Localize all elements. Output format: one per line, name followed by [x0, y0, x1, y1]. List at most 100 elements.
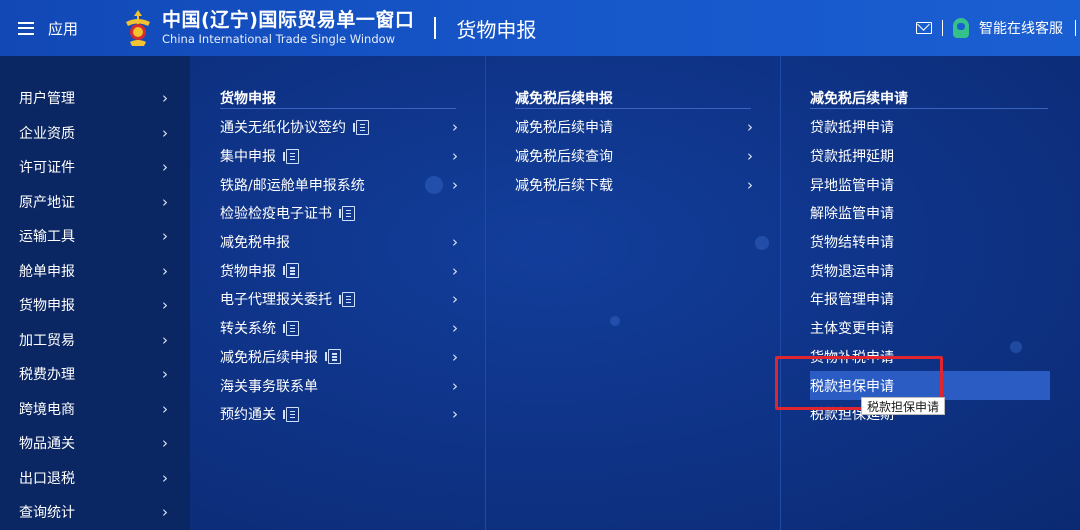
- menu-item-label: 转关系统: [220, 321, 276, 338]
- column-title: 货物申报: [220, 91, 276, 107]
- sidebar-item-label: 运输工具: [19, 229, 75, 246]
- chevron-right-icon: ›: [162, 158, 168, 177]
- sidebar-item-licenses[interactable]: 许可证件 ›: [0, 150, 190, 185]
- menu-item-label: 贷款抵押延期: [810, 149, 894, 166]
- top-header: 应用 中国(辽宁)国际贸易单一窗口 China International Tr…: [0, 0, 1080, 56]
- document-icon: [283, 148, 299, 164]
- menu-item-goods-declaration[interactable]: 货物申报 ›: [220, 256, 466, 285]
- document-icon: [339, 205, 355, 221]
- menu-item-appointment-clearance[interactable]: 预约通关 ›: [220, 400, 466, 429]
- hamburger-icon: [18, 21, 34, 35]
- sidebar-item-transport[interactable]: 运输工具 ›: [0, 219, 190, 254]
- menu-item-followup-application[interactable]: 减免税后续申请 ›: [515, 113, 761, 142]
- sidebar-item-query-statistics[interactable]: 查询统计 ›: [0, 495, 190, 530]
- menu-item-offsite-supervision[interactable]: 异地监管申请: [810, 170, 1050, 199]
- menu-item-label: 减免税后续下载: [515, 177, 613, 194]
- hover-tooltip: 税款担保申请: [861, 397, 946, 415]
- sidebar-item-label: 货物申报: [19, 298, 75, 315]
- sidebar-item-certificate-of-origin[interactable]: 原产地证 ›: [0, 185, 190, 220]
- customer-service-icon[interactable]: [953, 18, 969, 38]
- menu-item-paperless-agreement[interactable]: 通关无纸化协议签约 ›: [220, 113, 466, 142]
- chevron-right-icon: ›: [452, 405, 458, 424]
- chevron-right-icon: ›: [162, 434, 168, 453]
- column-divider: [220, 108, 456, 109]
- menu-item-transit-system[interactable]: 转关系统 ›: [220, 314, 466, 343]
- column-title: 减免税后续申请: [810, 91, 908, 107]
- menu-item-customs-liaison-form[interactable]: 海关事务联系单 ›: [220, 371, 466, 400]
- sidebar-item-label: 许可证件: [19, 160, 75, 177]
- customs-emblem-icon[interactable]: [122, 8, 154, 48]
- menu-item-e-agency-entrustment[interactable]: 电子代理报关委托 ›: [220, 285, 466, 314]
- document-icon: [325, 349, 341, 365]
- chevron-right-icon: ›: [452, 175, 458, 194]
- sidebar-item-manifest[interactable]: 舱单申报 ›: [0, 254, 190, 289]
- menu-item-entity-change[interactable]: 主体变更申请: [810, 314, 1050, 343]
- sidebar-item-article-clearance[interactable]: 物品通关 ›: [0, 426, 190, 461]
- menu-column-tax-exemption-followup: 减免税后续申报 减免税后续申请 › 减免税后续查询 › 减免税后续下载 ›: [486, 56, 781, 530]
- menu-item-label: 电子代理报关委托: [220, 292, 332, 309]
- sidebar-item-goods-declaration[interactable]: 货物申报 ›: [0, 288, 190, 323]
- menu-column-goods-declaration: 货物申报 通关无纸化协议签约 › 集中申报 › 铁路/邮运舱单申报系统 › 检验检疫电…: [190, 56, 486, 530]
- menu-item-goods-transfer[interactable]: 货物结转申请: [810, 228, 1050, 257]
- mail-icon[interactable]: [916, 22, 932, 34]
- menu-item-centralized-declaration[interactable]: 集中申报 ›: [220, 142, 466, 171]
- menu-list: 减免税后续申请 › 减免税后续查询 › 减免税后续下载 ›: [515, 113, 761, 199]
- chevron-right-icon: ›: [452, 376, 458, 395]
- sidebar-item-label: 舱单申报: [19, 263, 75, 280]
- chevron-right-icon: ›: [747, 118, 753, 137]
- menu-item-label: 预约通关: [220, 407, 276, 424]
- sidebar-item-user-management[interactable]: 用户管理 ›: [0, 81, 190, 116]
- menu-item-rail-post-manifest[interactable]: 铁路/邮运舱单申报系统 ›: [220, 170, 466, 199]
- document-icon: [283, 263, 299, 279]
- chevron-right-icon: ›: [162, 503, 168, 522]
- menu-item-goods-return[interactable]: 货物退运申请: [810, 256, 1050, 285]
- header-divider: [434, 17, 437, 39]
- chevron-right-icon: ›: [452, 261, 458, 280]
- app-menu-button[interactable]: 应用: [18, 18, 78, 39]
- sidebar-item-label: 出口退税: [19, 470, 75, 487]
- chevron-right-icon: ›: [452, 347, 458, 366]
- column-divider: [515, 108, 751, 109]
- online-support-link[interactable]: 智能在线客服: [979, 18, 1063, 38]
- chevron-right-icon: ›: [452, 118, 458, 137]
- menu-item-release-supervision[interactable]: 解除监管申请: [810, 199, 1050, 228]
- menu-item-label: 减免税后续查询: [515, 149, 613, 166]
- document-icon: [353, 119, 369, 135]
- chevron-right-icon: ›: [162, 89, 168, 108]
- menu-item-followup-query[interactable]: 减免税后续查询 ›: [515, 142, 761, 171]
- menu-item-label: 年报管理申请: [810, 292, 894, 309]
- column-title: 减免税后续申报: [515, 91, 613, 107]
- menu-item-tax-exemption-declaration[interactable]: 减免税申报 ›: [220, 228, 466, 257]
- sidebar-item-tax-payment[interactable]: 税费办理 ›: [0, 357, 190, 392]
- sidebar-item-cross-border-ecommerce[interactable]: 跨境电商 ›: [0, 392, 190, 427]
- sidebar-item-label: 税费办理: [19, 367, 75, 384]
- sidebar-item-label: 加工贸易: [19, 332, 75, 349]
- chevron-right-icon: ›: [162, 227, 168, 246]
- chevron-right-icon: ›: [452, 233, 458, 252]
- header-divider: [942, 20, 943, 36]
- menu-item-label: 减免税后续申请: [515, 120, 613, 137]
- chevron-right-icon: ›: [452, 319, 458, 338]
- menu-item-followup-download[interactable]: 减免税后续下载 ›: [515, 170, 761, 199]
- document-icon: [339, 291, 355, 307]
- chevron-right-icon: ›: [162, 468, 168, 487]
- sidebar-item-export-tax-rebate[interactable]: 出口退税 ›: [0, 461, 190, 496]
- menu-item-annual-report[interactable]: 年报管理申请: [810, 285, 1050, 314]
- sidebar-item-processing-trade[interactable]: 加工贸易 ›: [0, 323, 190, 358]
- sidebar-item-label: 查询统计: [19, 505, 75, 522]
- menu-item-tax-exemption-followup[interactable]: 减免税后续申报 ›: [220, 343, 466, 372]
- header-actions: 智能在线客服: [916, 0, 1080, 56]
- column-divider: [810, 108, 1048, 109]
- menu-item-label: 减免税后续申报: [220, 349, 318, 366]
- sidebar-item-enterprise-qualification[interactable]: 企业资质 ›: [0, 116, 190, 151]
- sidebar-item-label: 企业资质: [19, 125, 75, 142]
- menu-item-label: 铁路/邮运舱单申报系统: [220, 177, 365, 194]
- menu-item-loan-mortgage-extension[interactable]: 贷款抵押延期: [810, 142, 1050, 171]
- document-icon: [283, 320, 299, 336]
- brand: 中国(辽宁)国际贸易单一窗口 China International Trade…: [162, 10, 414, 46]
- menu-item-loan-mortgage-application[interactable]: 贷款抵押申请: [810, 113, 1050, 142]
- chevron-right-icon: ›: [162, 330, 168, 349]
- mega-menu: 货物申报 通关无纸化协议签约 › 集中申报 › 铁路/邮运舱单申报系统 › 检验检疫电…: [190, 56, 1080, 530]
- chevron-right-icon: ›: [162, 123, 168, 142]
- menu-item-inspection-e-certificate[interactable]: 检验检疫电子证书: [220, 199, 466, 228]
